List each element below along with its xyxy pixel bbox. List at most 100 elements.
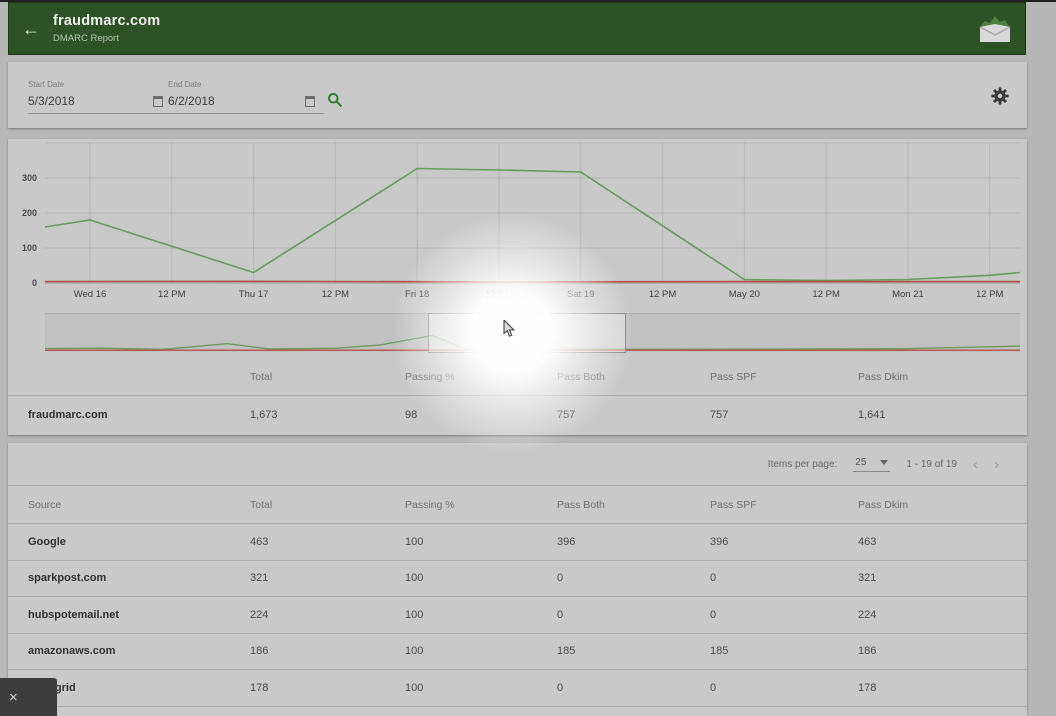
brush-selection-window[interactable] [428,313,626,353]
cell: 0 [557,609,710,621]
traffic-line-chart: Wed 16 12 PM Thu 17 12 PM Fri 18 12 PM Sat 19 1… [8,139,1027,309]
table-row[interactable]: Sendgrid17810000178 [8,670,1027,707]
next-page-button[interactable]: › [994,457,999,472]
video-close-button[interactable]: × [0,678,57,716]
cell: 0 [710,682,858,694]
svg-text:100: 100 [22,243,37,253]
page-title: fraudmarc.com [53,13,160,29]
column-header: Pass Both [557,499,710,511]
cell: 100 [405,572,557,584]
cell: 185 [710,645,858,657]
row-label: amazonaws.com [28,645,250,657]
cell: 100 [405,609,557,621]
table-row[interactable]: sparkpost.com32110000321 [8,561,1027,598]
back-arrow-icon[interactable]: ← [22,20,40,38]
cell: 0 [710,609,858,621]
envelope-logo-icon [977,14,1013,44]
column-header: Source [28,499,250,511]
end-date-input[interactable]: 6/2/2018 [168,94,215,108]
calendar-icon[interactable] [305,96,315,107]
svg-text:12 PM: 12 PM [649,289,677,300]
cell: 396 [557,536,710,548]
cell: 321 [858,572,1027,584]
row-label: hubspotemail.net [28,609,250,621]
sources-table-card: Items per page: 25 1 - 19 of 19 ‹ › Sour… [8,443,1027,716]
caret-down-icon [880,460,888,465]
column-header: Passing % [405,499,557,511]
summary-table: TotalPassing %Pass BothPass SPFPass Dkim… [8,359,1027,433]
row-label: Sendgrid [28,682,250,694]
cell: 463 [858,536,1027,548]
svg-text:300: 300 [22,173,37,183]
column-header: Pass Dkim [858,371,1027,383]
search-icon[interactable] [327,92,343,108]
cell: 224 [858,609,1027,621]
page-range-label: 1 - 19 of 19 [906,459,957,470]
table-row[interactable]: amazonaws.com186100185185186 [8,634,1027,671]
column-header: Pass Dkim [858,499,1027,511]
column-header: Passing % [405,371,557,383]
svg-text:Sat 19: Sat 19 [567,289,594,300]
cell: 757 [710,409,858,421]
column-header: Total [250,499,405,511]
svg-text:12 PM: 12 PM [485,289,513,300]
cell: 224 [250,609,405,621]
svg-text:12 PM: 12 PM [322,289,350,300]
svg-text:0: 0 [32,278,37,288]
column-header: Total [250,371,405,383]
cell: 186 [858,645,1027,657]
column-header: Pass SPF [710,371,858,383]
date-filter-toolbar: Start Date 5/3/2018 End Date 6/2/2018 [8,62,1027,128]
cell: 100 [405,536,557,548]
settings-gear-icon[interactable] [990,86,1010,106]
svg-text:12 PM: 12 PM [812,289,840,300]
close-icon: × [9,689,18,706]
column-header: Pass Both [557,371,710,383]
page-subtitle: DMARC Report [53,33,160,44]
items-per-page-label: Items per page: [768,459,837,470]
date-fields-underline [28,113,324,114]
previous-page-button[interactable]: ‹ [973,457,978,472]
cell: 98 [405,409,557,421]
cell: 757 [557,409,710,421]
svg-text:200: 200 [22,208,37,218]
summary-table-header: TotalPassing %Pass BothPass SPFPass Dkim [8,359,1027,396]
row-label: fraudmarc.com [28,409,250,421]
items-per-page-select[interactable]: 25 [853,457,890,472]
app-bar-titles: fraudmarc.com DMARC Report [53,13,160,44]
calendar-icon[interactable] [153,96,163,107]
svg-text:May 20: May 20 [729,289,760,300]
paginator: Items per page: 25 1 - 19 of 19 ‹ › [8,443,1027,486]
column-header: Pass SPF [710,499,858,511]
cell: 396 [710,536,858,548]
cell: 185 [557,645,710,657]
table-row[interactable]: hubspotemail.net22410000224 [8,597,1027,634]
app-bar: ← fraudmarc.com DMARC Report [8,2,1026,55]
row-label: sparkpost.com [28,572,250,584]
report-chart-card: Wed 16 12 PM Thu 17 12 PM Fri 18 12 PM Sat 19 1… [8,139,1027,435]
chart-brush-track[interactable] [45,313,1020,352]
cell: 321 [250,572,405,584]
mouse-cursor [503,320,517,338]
cell: 0 [557,572,710,584]
start-date-input[interactable]: 5/3/2018 [28,94,75,108]
svg-text:Fri 18: Fri 18 [405,289,429,300]
table-row: fraudmarc.com1,673987577571,641 [8,396,1027,433]
svg-text:Mon 21: Mon 21 [892,289,924,300]
end-date-label: End Date [168,80,201,89]
source-table-header: SourceTotalPassing %Pass BothPass SPFPas… [8,486,1027,524]
cell: 100 [405,645,557,657]
svg-text:12 PM: 12 PM [158,289,186,300]
cell: 1,673 [250,409,405,421]
svg-text:12 PM: 12 PM [976,289,1004,300]
cell: 178 [858,682,1027,694]
source-table-body: Google463100396396463sparkpost.com321100… [8,524,1027,707]
items-per-page-value: 25 [855,457,866,468]
row-label: Google [28,536,250,548]
summary-table-body: fraudmarc.com1,673987577571,641 [8,396,1027,433]
cell: 100 [405,682,557,694]
cell: 0 [557,682,710,694]
table-row[interactable]: Google463100396396463 [8,524,1027,561]
svg-text:Wed 16: Wed 16 [74,289,107,300]
svg-text:Thu 17: Thu 17 [239,289,269,300]
